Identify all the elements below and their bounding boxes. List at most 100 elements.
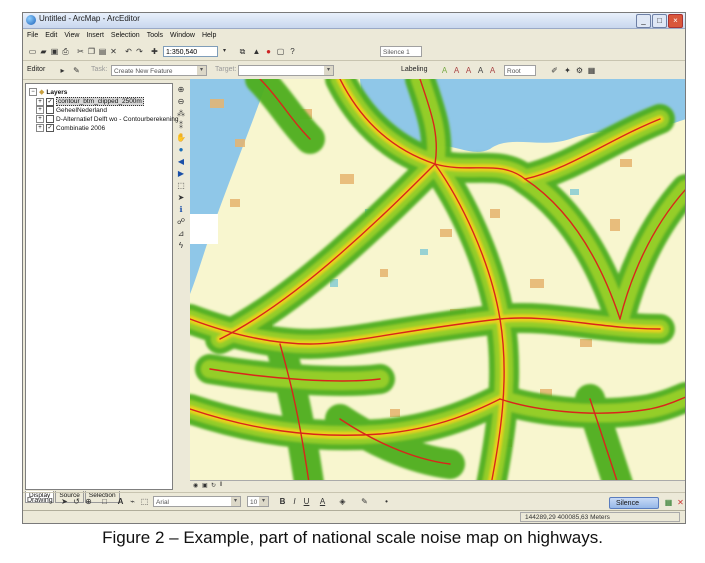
open-folder-icon[interactable]: ▰ <box>38 46 49 57</box>
whats-this-icon[interactable]: ? <box>287 46 298 57</box>
pause-draw-icon[interactable]: ‖ <box>220 482 222 488</box>
toc-layer-geheelnederland[interactable]: + GeheelNederland <box>36 106 107 114</box>
new-document-icon[interactable]: ▭ <box>27 46 38 57</box>
find-binoculars-icon[interactable]: ☍ <box>176 217 186 227</box>
label-weight-icon[interactable]: A <box>463 65 474 76</box>
italic-button[interactable]: I <box>289 496 300 507</box>
map-view[interactable] <box>190 79 685 490</box>
pan-hand-icon[interactable]: ✋ <box>176 133 186 143</box>
layer-visibility-checkbox[interactable] <box>46 115 54 123</box>
layer-visibility-checkbox[interactable]: ✓ <box>46 124 54 132</box>
model-builder-icon[interactable]: ● <box>263 46 274 57</box>
expand-icon[interactable]: + <box>36 124 44 132</box>
redo-icon[interactable]: ↷ <box>134 46 145 57</box>
silence-button[interactable]: Silence <box>609 497 659 509</box>
menu-view[interactable]: View <box>64 29 79 42</box>
task-dropdown[interactable]: Create New Feature ▾ <box>111 65 207 76</box>
menu-selection[interactable]: Selection <box>111 29 140 42</box>
cut-icon[interactable]: ✂ <box>75 46 86 57</box>
select-arrow-icon[interactable]: ➤ <box>59 496 70 507</box>
zoom-out-icon[interactable]: ⊖ <box>176 97 186 107</box>
marker-color-icon[interactable]: • <box>381 496 392 507</box>
refresh-icon[interactable]: ↻ <box>211 482 216 489</box>
copy-icon[interactable]: ❐ <box>86 46 97 57</box>
font-dropdown[interactable]: Arial ▾ <box>153 496 241 507</box>
labeling-menu[interactable]: Labeling <box>401 66 427 73</box>
command-line-icon[interactable]: ▢ <box>275 46 286 57</box>
rotate-icon[interactable]: ↺ <box>71 496 82 507</box>
select-features-icon[interactable]: ⬚ <box>176 181 186 191</box>
collapse-icon[interactable]: − <box>29 88 37 96</box>
maximize-button[interactable]: □ <box>652 14 667 28</box>
lock-labels-icon[interactable]: A <box>475 65 486 76</box>
layer-visibility-checkbox[interactable]: ✓ <box>46 97 54 106</box>
drawing-menu[interactable]: Drawing <box>27 497 53 504</box>
select-elements-arrow-icon[interactable]: ➤ <box>176 193 186 203</box>
label-scale-combo[interactable]: Root <box>504 65 536 76</box>
globe-view-icon[interactable]: ◉ <box>193 482 198 489</box>
go-forward-extent-icon[interactable]: ▶ <box>176 169 186 179</box>
fixed-zoom-in-icon[interactable]: ⁂ <box>176 109 186 119</box>
text-tool-icon[interactable]: A <box>115 496 126 507</box>
layer-visibility-checkbox[interactable] <box>46 106 54 114</box>
editor-toolbar-icon[interactable]: ⧉ <box>237 46 248 57</box>
delete-icon[interactable]: ✕ <box>108 46 119 57</box>
fixed-zoom-out-icon[interactable]: ⁑ <box>176 121 186 131</box>
toc-layer-combinatie[interactable]: + ✓ Combinatie 2006 <box>36 124 105 132</box>
full-extent-globe-icon[interactable]: ● <box>176 145 186 155</box>
sketch-tool-icon[interactable]: ✎ <box>71 65 82 76</box>
menu-tools[interactable]: Tools <box>147 29 163 42</box>
zoom-page-icon[interactable]: ⊕ <box>83 496 94 507</box>
identify-icon[interactable]: ℹ <box>176 205 186 215</box>
zoom-in-icon[interactable]: ⊕ <box>176 85 186 95</box>
editor-menu[interactable]: Editor <box>27 66 45 73</box>
menu-help[interactable]: Help <box>202 29 216 42</box>
undo-icon[interactable]: ↶ <box>123 46 134 57</box>
paste-icon[interactable]: ▤ <box>97 46 108 57</box>
spline-text-icon[interactable]: ⌁ <box>127 496 138 507</box>
rectangle-tool-icon[interactable]: □ <box>99 496 110 507</box>
bold-button[interactable]: B <box>277 496 288 507</box>
silence-toolbar-icon[interactable]: ▦ <box>663 497 674 508</box>
toc-layer-contour[interactable]: + ✓ contour_btm_clipped_2500m <box>36 97 144 106</box>
fill-color-icon[interactable]: ◈ <box>337 496 348 507</box>
underline-button[interactable]: U <box>301 496 312 507</box>
arctoolbox-icon[interactable]: ▲ <box>251 46 262 57</box>
font-color-icon[interactable]: A <box>317 496 328 507</box>
silence-dropdown[interactable]: Silence 1 <box>380 46 422 57</box>
expand-icon[interactable]: + <box>36 97 44 106</box>
label-settings-icon[interactable]: ✦ <box>562 65 573 76</box>
scale-dropdown-arrow-icon[interactable]: ▾ <box>219 46 230 57</box>
menu-insert[interactable]: Insert <box>86 29 104 42</box>
label-priority-icon[interactable]: A <box>451 65 462 76</box>
measure-icon[interactable]: ⊿ <box>176 229 186 239</box>
edit-tool-icon[interactable]: ▸ <box>57 65 68 76</box>
layers-root[interactable]: − ◆ Layers <box>29 88 67 96</box>
font-size-dropdown[interactable]: 10 ▾ <box>247 496 269 507</box>
menu-file[interactable]: File <box>27 29 38 42</box>
expand-icon[interactable]: + <box>36 115 44 123</box>
label-conversion-icon[interactable]: ⚙ <box>574 65 585 76</box>
map-scale-input[interactable]: 1:350,540 <box>163 46 218 57</box>
view-unplaced-labels-icon[interactable]: A <box>487 65 498 76</box>
go-back-extent-icon[interactable]: ◀ <box>176 157 186 167</box>
edit-vertices-icon[interactable]: ⬚ <box>139 496 150 507</box>
label-symbol-icon[interactable]: ▦ <box>586 65 597 76</box>
label-pan-icon[interactable]: ✐ <box>549 65 560 76</box>
add-data-icon[interactable]: ✚ <box>149 46 160 57</box>
minimize-button[interactable]: _ <box>636 14 651 28</box>
blank-tile <box>190 214 218 244</box>
target-dropdown[interactable]: ▾ <box>238 65 334 76</box>
menu-window[interactable]: Window <box>170 29 195 42</box>
page-layout-icon[interactable]: ▣ <box>202 482 208 489</box>
label-manager-icon[interactable]: A <box>439 65 450 76</box>
save-icon[interactable]: ▣ <box>49 46 60 57</box>
silence-close-icon[interactable]: ✕ <box>675 497 685 508</box>
menu-edit[interactable]: Edit <box>45 29 57 42</box>
line-color-icon[interactable]: ✎ <box>359 496 370 507</box>
expand-icon[interactable]: + <box>36 106 44 114</box>
toc-layer-d-alternatief[interactable]: + D-Alternatief Delft wo - Contourbereke… <box>36 115 178 123</box>
close-button[interactable]: × <box>668 14 683 28</box>
print-icon[interactable]: ⎙ <box>60 46 71 57</box>
hyperlink-icon[interactable]: ϟ <box>176 241 186 251</box>
